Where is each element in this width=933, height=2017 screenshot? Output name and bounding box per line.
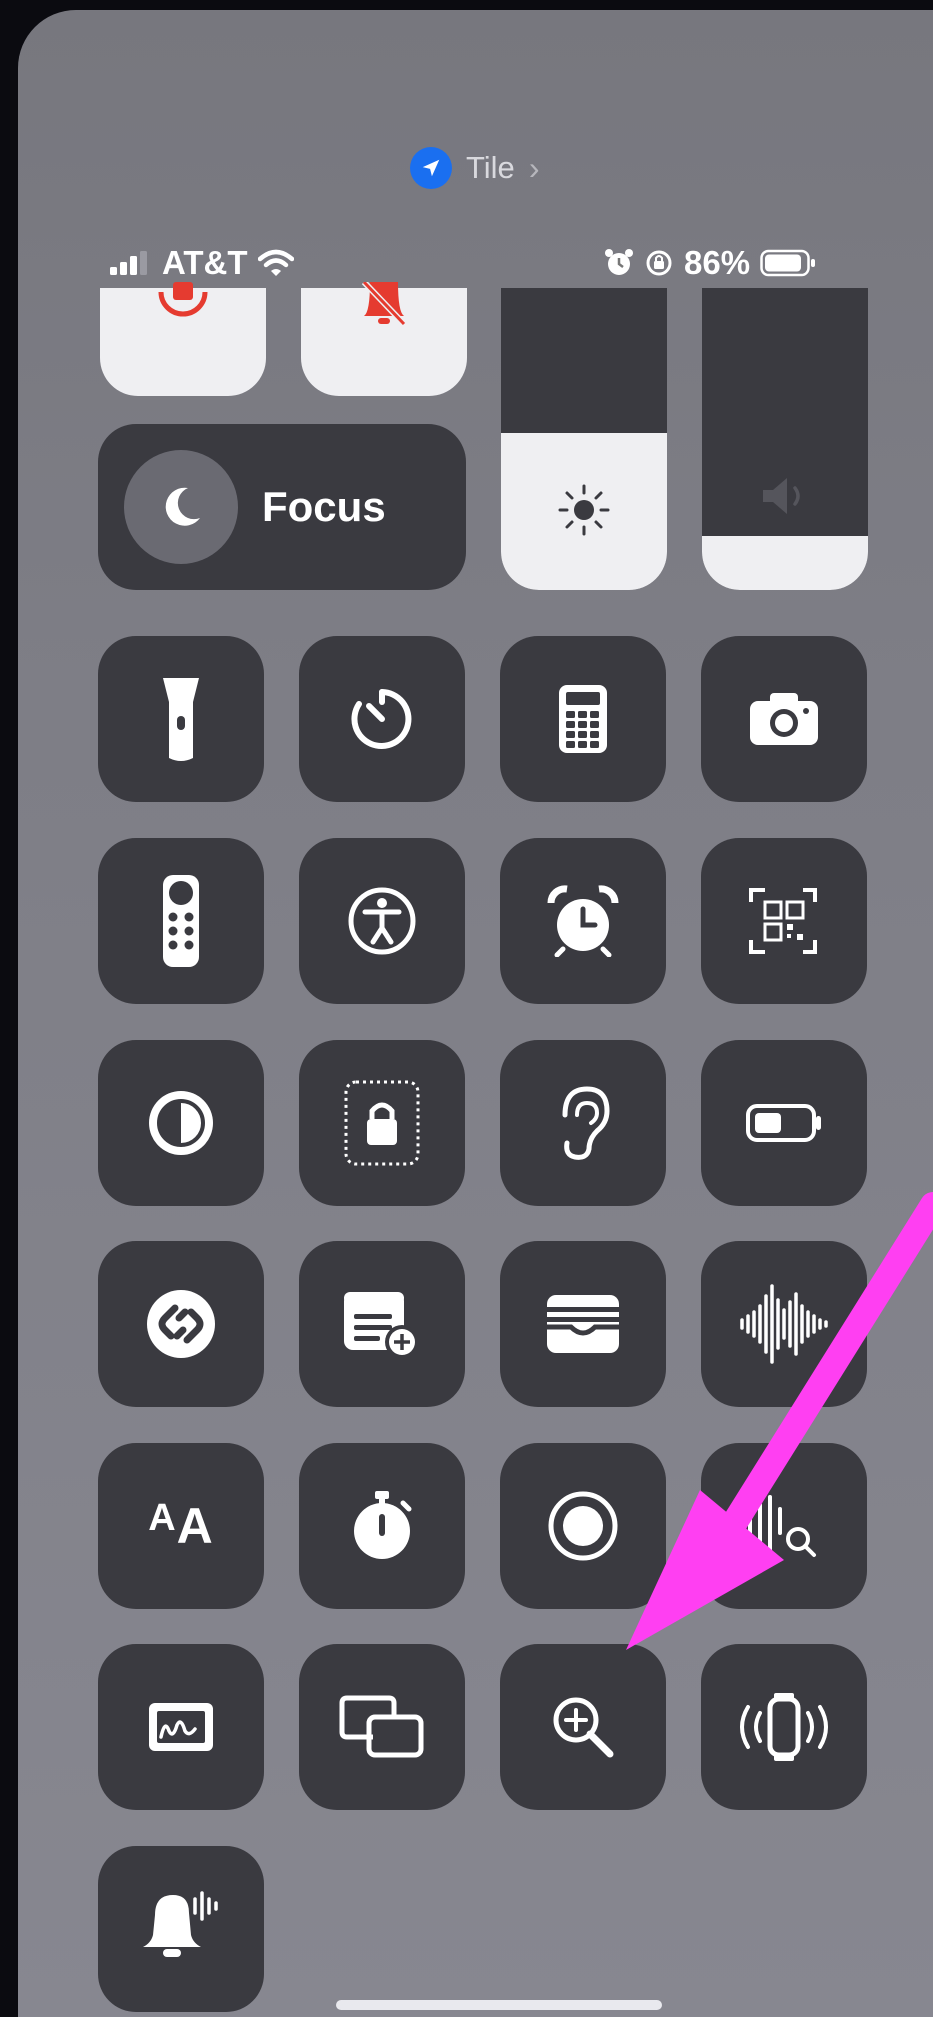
focus-label: Focus [262, 483, 386, 530]
quick-note-tile[interactable] [299, 1241, 465, 1407]
location-indicator[interactable]: Tile › [410, 146, 539, 190]
camera-icon [748, 691, 820, 747]
sound-recognition-tile[interactable] [701, 1443, 867, 1609]
low-power-mode-tile[interactable] [701, 1040, 867, 1206]
announce-notifications-tile[interactable] [98, 1846, 264, 2012]
record-icon [546, 1489, 620, 1563]
stopwatch-tile[interactable] [299, 1443, 465, 1609]
battery-icon [760, 249, 816, 277]
flashlight-tile[interactable] [98, 636, 264, 802]
location-app-label: Tile [466, 150, 515, 185]
bell-slash-icon [361, 282, 407, 327]
volume-fill [702, 535, 868, 590]
battery-icon [745, 1103, 823, 1143]
stopwatch-icon [349, 1489, 415, 1563]
sound-recognition-icon [744, 1493, 824, 1559]
dark-mode-icon [145, 1087, 217, 1159]
screen-recording-tile[interactable] [500, 1443, 666, 1609]
shazam-icon [143, 1286, 219, 1362]
magnifier-tile[interactable] [500, 1644, 666, 1810]
text-size-icon: AA [148, 1497, 214, 1554]
calculator-icon [557, 683, 609, 755]
voice-memos-tile[interactable] [701, 1241, 867, 1407]
flashlight-icon [161, 676, 201, 762]
timer-tile[interactable] [299, 636, 465, 802]
wallet-tile[interactable] [500, 1241, 666, 1407]
chevron-right-icon: › [528, 149, 540, 186]
notes-sketch-icon [147, 1701, 215, 1753]
remote-icon [161, 873, 201, 969]
carrier-label: AT&T [162, 244, 248, 281]
ear-icon [555, 1085, 611, 1161]
control-center: Tile › AT&T 86% Focus A A [18, 10, 933, 2017]
volume-slider[interactable] [702, 288, 868, 590]
status-right: 86% [604, 240, 816, 286]
ping-my-watch-tile[interactable] [701, 1644, 867, 1810]
magnifier-plus-icon [550, 1694, 616, 1760]
accessibility-shortcuts-tile[interactable] [299, 838, 465, 1004]
notes-tile[interactable] [98, 1644, 264, 1810]
quick-note-icon [342, 1286, 422, 1362]
status-left: AT&T [110, 240, 294, 286]
location-arrow-icon [410, 147, 452, 189]
watch-ping-icon [734, 1693, 834, 1761]
guided-access-tile[interactable] [299, 1040, 465, 1206]
alarm-clock-icon [547, 885, 619, 957]
guided-access-lock-icon [343, 1079, 421, 1167]
orientation-lock-icon [646, 250, 672, 276]
wifi-icon [257, 249, 294, 276]
wallet-icon [545, 1293, 621, 1355]
speaker-icon [702, 476, 868, 516]
accessibility-icon [347, 886, 417, 956]
apple-tv-remote-tile[interactable] [98, 838, 264, 1004]
waveform-icon [738, 1282, 830, 1366]
shazam-tile[interactable] [98, 1241, 264, 1407]
orientation-lock-tile[interactable] [100, 282, 266, 396]
hearing-tile[interactable] [500, 1040, 666, 1206]
moon-icon [124, 450, 238, 564]
battery-percent: 86% [684, 244, 751, 281]
home-indicator[interactable] [336, 2000, 662, 2010]
alarm-icon [605, 249, 633, 275]
silent-mode-tile[interactable] [301, 282, 467, 396]
bell-waveform-icon [141, 1889, 221, 1969]
qr-code-icon [749, 886, 819, 956]
screen-mirroring-icon [339, 1695, 425, 1759]
timer-icon [349, 686, 415, 752]
code-scanner-tile[interactable] [701, 838, 867, 1004]
brightness-slider[interactable] [501, 288, 667, 590]
focus-tile[interactable]: Focus [98, 424, 466, 590]
text-size-tile[interactable]: AA [98, 1443, 264, 1609]
camera-tile[interactable] [701, 636, 867, 802]
signal-bars-icon [110, 251, 147, 275]
calculator-tile[interactable] [500, 636, 666, 802]
orientation-lock-icon [158, 282, 208, 317]
sun-icon [501, 482, 667, 538]
alarm-tile[interactable] [500, 838, 666, 1004]
dark-mode-tile[interactable] [98, 1040, 264, 1206]
screen-mirroring-tile[interactable] [299, 1644, 465, 1810]
